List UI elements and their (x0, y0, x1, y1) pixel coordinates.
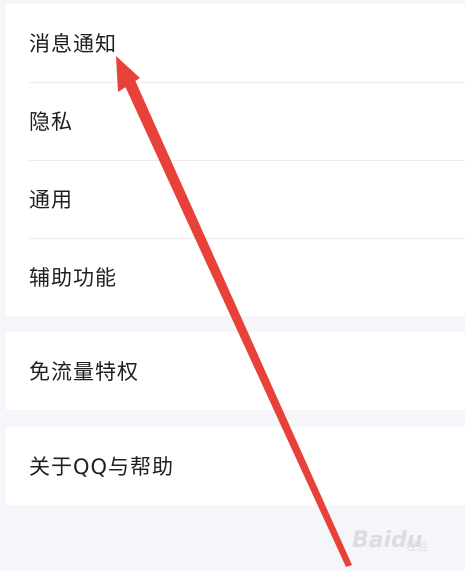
settings-item-privacy[interactable]: 隐私 (6, 82, 465, 160)
watermark-logo: Baidu 经验 (352, 520, 452, 560)
settings-item-message-notifications[interactable]: 消息通知 (6, 4, 465, 82)
settings-item-accessibility[interactable]: 辅助功能 (6, 238, 465, 316)
settings-item-label: 免流量特权 (29, 360, 139, 384)
watermark-brand: Baidu (352, 528, 423, 553)
settings-group-data: 免流量特权 (6, 332, 465, 410)
settings-item-label: 隐私 (29, 110, 73, 134)
settings-item-label: 辅助功能 (29, 266, 117, 290)
watermark-sub: 经验 (406, 540, 428, 553)
settings-group-about: 关于QQ与帮助 (6, 427, 465, 505)
settings-item-label: 消息通知 (29, 32, 117, 56)
settings-item-free-data-privilege[interactable]: 免流量特权 (6, 332, 465, 410)
settings-item-label: 关于QQ与帮助 (29, 455, 175, 479)
settings-group-main: 消息通知 隐私 通用 辅助功能 (6, 4, 465, 316)
settings-item-about-qq-help[interactable]: 关于QQ与帮助 (6, 427, 465, 505)
settings-screen: 消息通知 隐私 通用 辅助功能 免流量特权 关于QQ与帮助 Baidu 经验 (0, 0, 465, 571)
settings-item-general[interactable]: 通用 (6, 160, 465, 238)
settings-item-label: 通用 (29, 188, 73, 212)
